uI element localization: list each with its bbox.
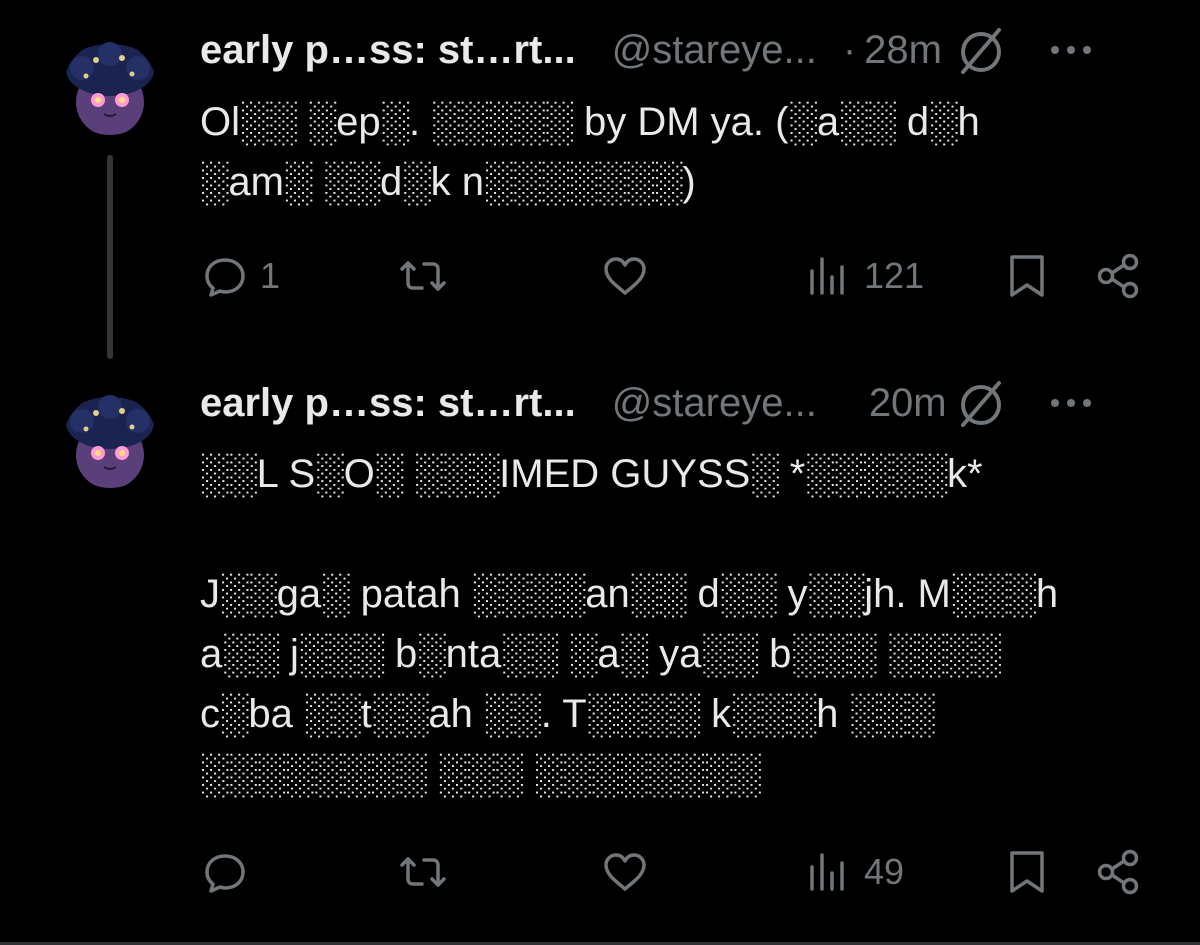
views-button[interactable]: 49 (804, 842, 904, 902)
grok-slash-circle-icon[interactable] (955, 24, 1007, 76)
like-button[interactable] (600, 246, 660, 306)
share-button[interactable] (1094, 842, 1144, 902)
timestamp[interactable]: 28m (864, 28, 942, 73)
more-dots-icon[interactable] (1047, 40, 1095, 60)
display-name[interactable]: early p…ss: st…rt... (200, 28, 576, 73)
tweet-paragraph: Ol░░ ░ep░. ░░░░░ by DM ya. (░a░░ d░h ░am… (200, 100, 980, 204)
share-button[interactable] (1094, 246, 1144, 306)
more-dots-icon[interactable] (1047, 393, 1095, 413)
retweet-button[interactable] (398, 246, 458, 306)
view-count: 121 (864, 255, 925, 296)
avatar[interactable] (62, 40, 158, 136)
bookmark-button[interactable] (1002, 842, 1052, 902)
grok-slash-circle-icon[interactable] (955, 377, 1007, 429)
tweet-2[interactable]: early p…ss: st…rt... @stareye... 20m ░░L… (0, 360, 1200, 945)
reply-button[interactable]: 1 (200, 246, 280, 306)
share-icon (1097, 849, 1139, 895)
view-count: 49 (864, 851, 905, 892)
timestamp[interactable]: 20m (869, 381, 947, 426)
separator-dot: · (842, 27, 857, 72)
timeline-feed: early p…ss: st…rt... @stareye... · 28m O… (0, 0, 1200, 945)
retweet-icon (400, 261, 446, 291)
action-bar: 1 121 (200, 246, 1160, 306)
views-button[interactable]: 121 (804, 246, 924, 306)
retweet-button[interactable] (398, 842, 458, 902)
bookmark-icon (1010, 851, 1044, 893)
user-handle[interactable]: @stareye... (612, 381, 817, 426)
bookmark-button[interactable] (1002, 246, 1052, 306)
tweet-text: Ol░░ ░ep░. ░░░░░ by DM ya. (░a░░ d░h ░am… (200, 92, 1100, 212)
heart-icon (604, 257, 646, 295)
bookmark-icon (1010, 255, 1044, 297)
avatar[interactable] (62, 393, 158, 489)
heart-icon (604, 853, 646, 891)
views-bar-chart-icon (810, 257, 844, 295)
thread-connector-line (107, 155, 113, 359)
action-bar: 49 (200, 842, 1160, 902)
tweet-1[interactable]: early p…ss: st…rt... @stareye... · 28m O… (0, 0, 1200, 360)
tweet-header: early p…ss: st…rt... @stareye... · 28m (200, 25, 1150, 75)
reply-button[interactable] (200, 842, 260, 902)
user-handle[interactable]: @stareye... (612, 28, 817, 73)
tweet-header: early p…ss: st…rt... @stareye... 20m (200, 378, 1150, 428)
share-icon (1097, 253, 1139, 299)
views-bar-chart-icon (810, 853, 844, 891)
like-button[interactable] (600, 842, 660, 902)
display-name[interactable]: early p…ss: st…rt... (200, 381, 576, 426)
reply-bubble-icon (205, 854, 245, 893)
retweet-icon (400, 857, 446, 887)
tweet-paragraph: J░░ga░ patah ░░░░an░░ d░░ y░░jh. M░░░h a… (200, 572, 1059, 796)
reply-count: 1 (260, 255, 281, 296)
reply-bubble-icon (205, 258, 245, 297)
tweet-text: ░░L S░O░ ░░░IMED GUYSS░ *░░░░░k* J░░ga░ … (200, 444, 1100, 804)
tweet-paragraph: ░░L S░O░ ░░░IMED GUYSS░ *░░░░░k* (200, 452, 983, 496)
